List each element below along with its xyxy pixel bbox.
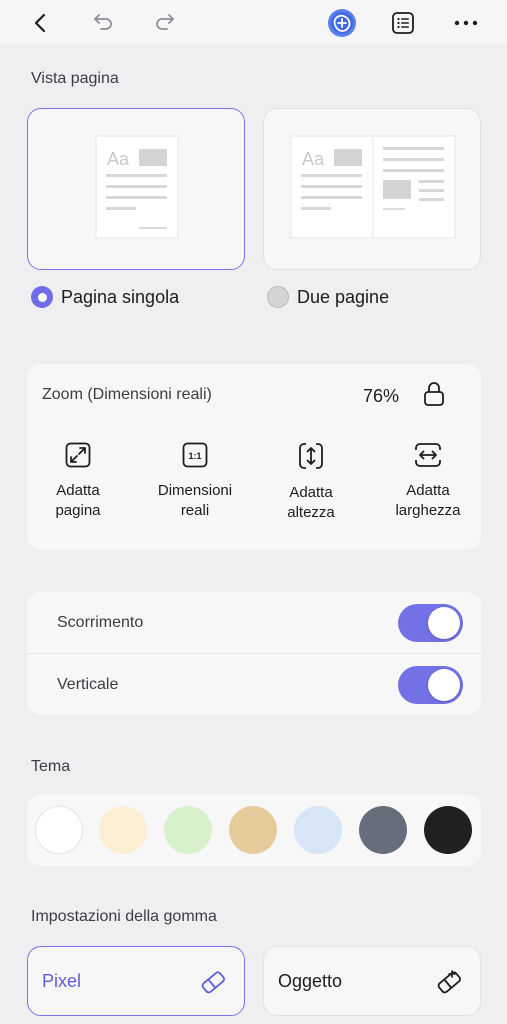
ai-assistant-icon [328,9,356,37]
list-icon [392,12,414,34]
single-page-preview-icon: Aa [95,135,179,239]
fit-height-label: Adatta altezza [287,484,335,521]
zoom-card: Zoom (Dimensioni reali) 76% Adatta pagin… [27,364,481,550]
pixel-eraser-option[interactable]: Pixel [27,946,245,1016]
theme-card [27,794,481,866]
redo-button[interactable] [150,8,180,38]
single-page-radio[interactable] [31,286,53,308]
zoom-lock-button[interactable] [423,381,445,412]
object-eraser-option[interactable]: Oggetto [263,946,481,1016]
fit-page-label: Adatta pagina [55,482,101,519]
actual-size-label: Dimensioni reali [157,482,233,519]
fit-width-button[interactable]: Adatta larghezza [373,442,483,521]
lock-icon [424,382,444,406]
actual-size-button[interactable]: 1:1 Dimensioni reali [140,442,250,521]
single-page-card[interactable]: Aa [27,108,245,270]
zoom-title: Zoom (Dimensioni reali) [42,386,212,403]
vertical-label: Verticale [57,675,119,693]
object-eraser-icon [437,970,461,994]
fit-height-button[interactable]: Adatta altezza [256,442,366,523]
ai-assistant-button[interactable] [327,8,357,38]
list-button[interactable] [388,8,418,38]
theme-swatch-cream[interactable] [99,806,147,854]
fit-height-icon [299,443,323,469]
object-eraser-label: Oggetto [278,971,343,991]
pixel-eraser-label: Pixel [42,971,82,991]
redo-icon [156,14,174,30]
theme-swatch-gray[interactable] [359,806,407,854]
fit-page-button[interactable]: Adatta pagina [23,442,133,521]
actual-size-glyph: 1:1 [188,451,201,461]
double-page-option[interactable]: Due pagine [267,286,389,308]
scroll-toggle[interactable] [398,603,463,642]
theme-swatch-blue[interactable] [294,806,342,854]
eraser-title: Impostazioni della gomma [31,908,217,925]
theme-title: Tema [31,758,71,775]
double-page-radio[interactable] [267,286,289,308]
double-page-label: Due pagine [297,286,390,307]
fit-width-icon [415,443,441,467]
more-button[interactable] [451,8,481,38]
undo-icon [94,14,112,30]
fit-page-icon [65,442,91,468]
page-view-title: Vista pagina [31,70,119,87]
theme-swatch-tan[interactable] [229,806,277,854]
double-page-preview-icon: Aa [290,135,456,239]
theme-swatch-white[interactable] [35,806,83,854]
zoom-value: 76% [363,386,400,406]
vertical-row: Verticale [27,654,481,715]
single-page-label: Pagina singola [61,286,180,307]
theme-swatch-black[interactable] [424,806,472,854]
scroll-label: Scorrimento [57,613,144,631]
fit-width-label: Adatta larghezza [395,482,461,519]
theme-swatch-green[interactable] [164,806,212,854]
double-page-card[interactable]: Aa [263,108,481,270]
top-toolbar [0,0,507,44]
view-settings-sheet: Vista pagina Aa Aa Pagina singola Due pa… [0,44,507,1024]
chevron-left-icon [34,13,46,33]
scroll-row: Scorrimento [27,592,481,653]
thumb-text: Aa [107,149,130,169]
thumb-text-left: Aa [302,149,325,169]
actual-size-icon: 1:1 [182,442,208,468]
undo-button[interactable] [88,8,118,38]
eraser-icon [201,971,225,994]
single-page-option[interactable]: Pagina singola [31,286,179,308]
vertical-toggle[interactable] [398,665,463,704]
back-button[interactable] [26,8,56,38]
scroll-settings-card: Scorrimento Verticale [27,592,481,715]
more-icon [454,20,478,26]
